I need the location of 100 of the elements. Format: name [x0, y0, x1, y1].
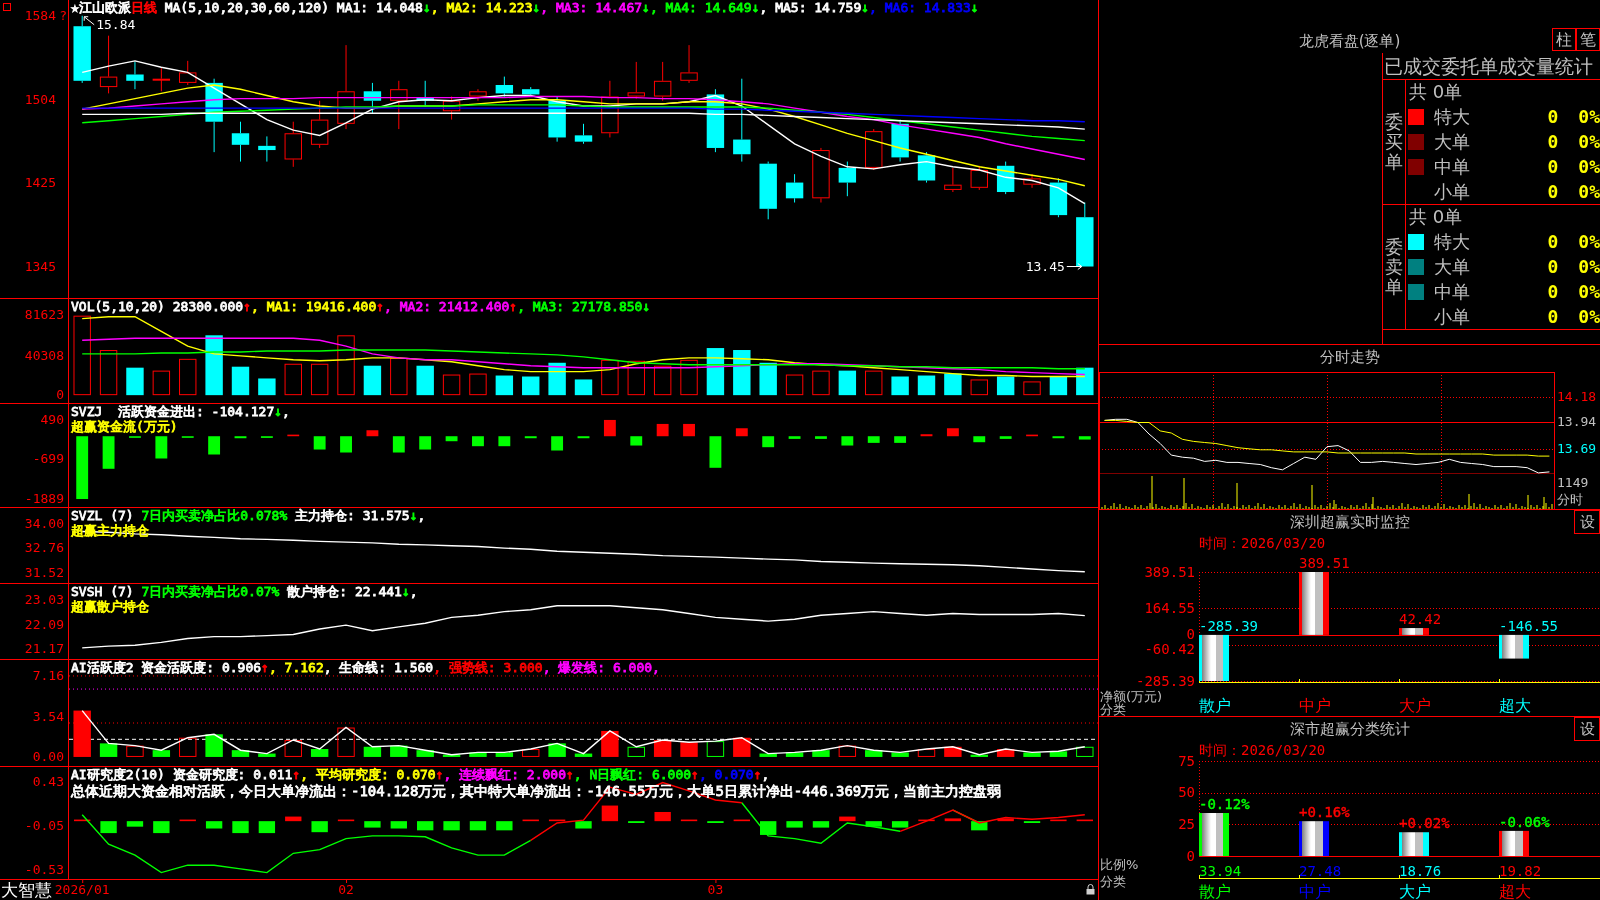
legend-text: ↑	[565, 767, 574, 782]
axis-label: 13.69	[1557, 441, 1597, 456]
legend-text: ↓	[401, 584, 410, 599]
question-mark: ?	[59, 8, 67, 23]
legend-text: AI活跃度2 资金活跃度: 0.906	[71, 660, 262, 675]
axis-title: 分类	[1100, 875, 1126, 888]
axis-label: 02	[338, 882, 354, 898]
axis-label: 389.51	[1144, 564, 1195, 580]
value-label: -146.55	[1499, 618, 1558, 634]
app-logo: 大智慧	[1, 880, 52, 900]
indicator-title: 超赢散户持仓	[71, 599, 149, 614]
row-label: 中单	[1434, 281, 1470, 302]
legend-text: ↑	[243, 299, 251, 314]
legend-text: 主力持仓: 31.575	[294, 508, 410, 523]
legend-text: ↑	[376, 299, 385, 314]
row-label: 小单	[1434, 181, 1470, 202]
axis-label: -285.39	[1136, 673, 1195, 689]
legend-text: , 7.162	[268, 660, 324, 675]
order-share: 0%	[1578, 156, 1600, 177]
legend-text: , MA2: 14.223	[430, 0, 533, 15]
order-share: 0%	[1578, 132, 1600, 152]
axis-label: -0.05	[24, 818, 64, 833]
change-label: -0.12%	[1199, 797, 1250, 812]
axis-label: 分时	[1557, 493, 1583, 507]
legend-text: , MA3: 14.467	[540, 0, 643, 15]
axis-label: 21.17	[24, 642, 64, 656]
axis-title: 比例%	[1100, 858, 1139, 871]
timestamp-text: 时间：2026/03/20	[1199, 741, 1326, 759]
legend-text: , 0.070	[698, 767, 754, 782]
axis-label: -699	[32, 452, 64, 467]
panel-title: 深圳超赢实时监控	[1289, 513, 1410, 531]
legend-text: 散户持仓: 22.441	[286, 584, 402, 599]
legend-text: ↑	[292, 767, 301, 782]
axis-label: 0	[1186, 627, 1195, 643]
order-share: 0%	[1578, 107, 1600, 128]
row-label: 特大	[1434, 232, 1470, 253]
axis-label: 0	[56, 388, 64, 403]
panel-title: 分时走势	[1319, 348, 1380, 366]
category-label: 中户	[1299, 697, 1331, 714]
axis-label: -60.42	[1144, 642, 1195, 658]
axis-label: 34.00	[24, 517, 64, 531]
axis-label: 22.09	[24, 617, 64, 632]
row-label: 小单	[1434, 306, 1470, 327]
legend-text: , 生命线: 1.560	[323, 660, 434, 675]
legend-text: , 连续飘红: 2.000	[443, 767, 566, 782]
axis-label: 23.03	[24, 593, 64, 608]
row-label: 大单	[1434, 257, 1470, 277]
legend-text: ↓	[642, 0, 650, 15]
axis-label: 1149	[1557, 476, 1589, 490]
axis-label: -1889	[24, 492, 64, 506]
axis-label: 03	[707, 882, 724, 898]
legend-text: ,	[409, 584, 418, 599]
legend-text: SVZJ 活跃资金进出: -104.127	[71, 404, 275, 419]
group-label: 委买单	[1385, 112, 1403, 172]
order-share: 0%	[1578, 306, 1600, 327]
legend-text: ↓	[409, 508, 418, 523]
order-count: 0	[1547, 132, 1559, 152]
axis-label: 0.00	[32, 749, 64, 764]
order-share: 0%	[1578, 232, 1600, 253]
legend-text: SVSH (7)	[71, 584, 134, 599]
legend-text: ↓	[642, 299, 651, 314]
legend-text: ,	[417, 508, 426, 523]
legend-text: , MA1: 19416.400	[251, 299, 377, 314]
axis-label: 3.54	[32, 709, 64, 724]
order-count: 0	[1547, 156, 1559, 177]
axis-title: 净额(万元)	[1100, 690, 1163, 703]
category-label: 超大	[1499, 883, 1531, 900]
category-label: 散户	[1199, 883, 1231, 900]
axis-label: 2026/01	[54, 882, 110, 898]
category-label: 中户	[1299, 883, 1331, 900]
axis-label: 31.52	[24, 565, 64, 580]
axis-label: -0.53	[24, 862, 64, 877]
order-count: 0	[1547, 107, 1559, 128]
order-count: 0	[1547, 181, 1559, 202]
change-label: -0.06%	[1499, 814, 1550, 830]
value-label: 389.51	[1299, 556, 1350, 571]
legend-text: ★江山欧派	[71, 0, 131, 15]
change-label: +0.02%	[1399, 816, 1450, 832]
axis-label: 1345	[24, 259, 56, 274]
axis-title: 分类	[1100, 703, 1126, 716]
legend-text: ,	[282, 404, 290, 419]
legend-text: SVZL (7)	[71, 508, 134, 523]
group-total: 共 0单	[1409, 207, 1463, 228]
axis-label: 1504	[24, 92, 56, 107]
legend-text: , MA3: 27178.850	[517, 299, 643, 314]
panel-title: 龙虎看盘(逐单)	[1298, 32, 1401, 50]
legend-text: ↑	[753, 767, 762, 782]
legend-text: , MA4: 14.649	[649, 0, 752, 15]
table-title: 已成交委托单成交量统计	[1384, 54, 1593, 78]
legend-text: ↓	[861, 0, 870, 15]
category-label: 大户	[1399, 883, 1431, 900]
legend-text: , 爆发线: 6.000,	[542, 660, 660, 675]
legend-text: ↑	[261, 660, 269, 675]
price-label: 15.84	[96, 17, 136, 32]
legend-text: ,	[761, 767, 770, 782]
indicator-title: 超赢资金流(万元)	[71, 419, 178, 434]
axis-label: 40308	[24, 348, 64, 363]
legend-text: ↓	[532, 0, 541, 15]
legend-text: ↓	[274, 404, 283, 419]
category-label: 散户	[1199, 697, 1231, 714]
